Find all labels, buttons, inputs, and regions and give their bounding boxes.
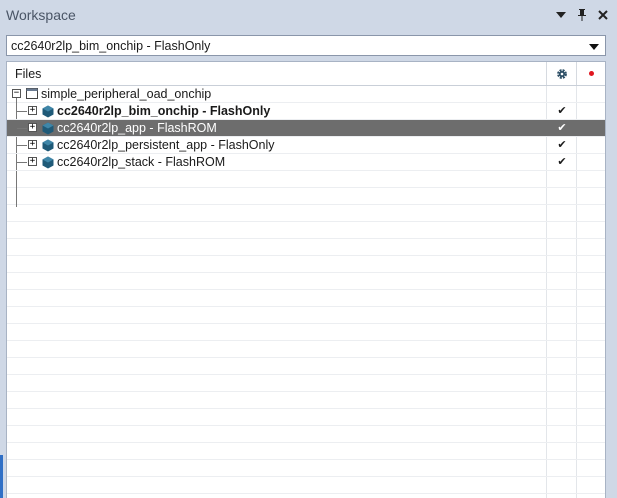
check-icon[interactable]: ✔ — [556, 155, 568, 168]
workspace-titlebar: Workspace — [0, 0, 617, 30]
red-dot-icon — [589, 71, 594, 76]
project-name: cc2640r2lp_stack - FlashROM — [57, 155, 226, 169]
collapse-icon[interactable]: − — [12, 89, 21, 98]
hexagon-project-icon — [42, 122, 54, 135]
tree-row-project[interactable]: + cc2640r2lp_app - FlashROM ✔ — [7, 120, 605, 137]
grid-row-line — [7, 340, 605, 341]
grid-row-line — [7, 238, 605, 239]
grid-row-line — [7, 255, 605, 256]
close-icon[interactable] — [597, 8, 609, 22]
project-name: cc2640r2lp_bim_onchip - FlashOnly — [57, 104, 271, 118]
hexagon-project-icon — [42, 139, 54, 152]
check-icon[interactable]: ✔ — [556, 104, 568, 117]
grid-row-line — [7, 357, 605, 358]
files-column-header[interactable]: Files — [15, 67, 41, 81]
workspace-name: simple_peripheral_oad_onchip — [41, 87, 212, 101]
breakpoint-column-header[interactable] — [576, 62, 605, 85]
hexagon-project-icon — [42, 156, 54, 169]
project-name: cc2640r2lp_persistent_app - FlashOnly — [57, 138, 275, 152]
grid-row-line — [7, 391, 605, 392]
expand-icon[interactable]: + — [28, 123, 37, 132]
project-name: cc2640r2lp_app - FlashROM — [57, 121, 217, 135]
chevron-down-icon[interactable] — [589, 39, 599, 53]
tree-row-workspace[interactable]: − simple_peripheral_oad_onchip — [7, 86, 605, 103]
grid-row-line — [7, 442, 605, 443]
grid-row-line — [7, 408, 605, 409]
hexagon-project-icon — [42, 105, 54, 118]
title-buttons — [555, 8, 609, 22]
grid-row-line — [7, 221, 605, 222]
files-panel: Files − simple_peripheral_oad_onchip + cc… — [6, 61, 606, 498]
grid-row-line — [7, 459, 605, 460]
grid-row-line — [7, 289, 605, 290]
tree-row-project[interactable]: + cc2640r2lp_stack - FlashROM ✔ — [7, 154, 605, 171]
chevron-down-icon[interactable] — [555, 8, 567, 22]
expand-icon[interactable]: + — [28, 106, 37, 115]
window-title: Workspace — [6, 7, 76, 23]
configuration-dropdown[interactable]: cc2640r2lp_bim_onchip - FlashOnly — [6, 35, 606, 56]
tree-connector — [17, 128, 27, 129]
left-accent-strip — [0, 455, 3, 498]
check-icon[interactable]: ✔ — [556, 121, 568, 134]
grid-row-line — [7, 272, 605, 273]
tree-row-project[interactable]: + cc2640r2lp_persistent_app - FlashOnly ✔ — [7, 137, 605, 154]
grid-row-line — [7, 187, 605, 188]
check-icon[interactable]: ✔ — [556, 138, 568, 151]
configuration-value: cc2640r2lp_bim_onchip - FlashOnly — [11, 38, 211, 53]
tree-connector — [17, 162, 27, 163]
workspace-window-icon — [26, 88, 38, 99]
gear-icon[interactable] — [546, 62, 577, 85]
grid-row-line — [7, 425, 605, 426]
expand-icon[interactable]: + — [28, 157, 37, 166]
tree-connector — [17, 111, 27, 112]
grid-row-line — [7, 306, 605, 307]
pin-icon[interactable] — [576, 8, 588, 22]
grid-row-line — [7, 374, 605, 375]
files-header: Files — [7, 62, 605, 86]
expand-icon[interactable]: + — [28, 140, 37, 149]
tree-row-project[interactable]: + cc2640r2lp_bim_onchip - FlashOnly ✔ — [7, 103, 605, 120]
grid-row-line — [7, 323, 605, 324]
grid-row-line — [7, 493, 605, 494]
grid-row-line — [7, 204, 605, 205]
grid-row-line — [7, 476, 605, 477]
tree-connector — [17, 145, 27, 146]
